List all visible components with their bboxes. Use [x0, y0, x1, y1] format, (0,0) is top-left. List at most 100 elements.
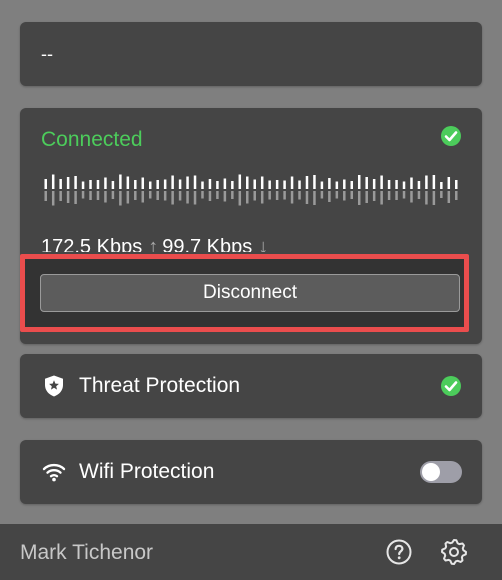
- threat-protection-label: Threat Protection: [79, 374, 241, 397]
- visualizer-bar: [260, 176, 264, 189]
- visualizer-bar: [455, 180, 458, 189]
- visualizer-bar: [148, 181, 152, 189]
- wifi-icon: [42, 463, 66, 482]
- visualizer-bar-reflection: [380, 191, 383, 205]
- visualizer-bar: [335, 181, 339, 189]
- visualizer-bar-reflection: [372, 191, 376, 201]
- visualizer-bar: [66, 177, 70, 189]
- visualizer-bar: [178, 179, 182, 189]
- visualizer-bar-reflection: [126, 191, 130, 204]
- visualizer-bar: [387, 180, 391, 189]
- visualizer-bar-reflection: [111, 191, 115, 199]
- visualizer-bar: [141, 177, 145, 189]
- visualizer-bar-reflection: [290, 191, 294, 204]
- visualizer-bar: [163, 179, 167, 189]
- wifi-protection-row: Wifi Protection: [20, 440, 482, 504]
- disconnect-button[interactable]: Disconnect: [40, 274, 460, 312]
- disconnect-highlight: Disconnect: [20, 254, 469, 332]
- visualizer-bar-reflection: [186, 191, 189, 204]
- visualizer-bar-reflection: [253, 191, 256, 201]
- traffic-visualizer: [44, 174, 458, 206]
- visualizer-bar: [365, 177, 368, 189]
- visualizer-bar: [425, 175, 428, 189]
- visualizer-bar-reflection: [395, 191, 398, 200]
- visualizer-bar-reflection: [148, 191, 152, 199]
- visualizer-bar-reflection: [305, 191, 309, 204]
- visualizer-bar: [328, 178, 331, 189]
- visualizer-bar-reflection: [216, 191, 219, 199]
- visualizer-bar-reflection: [171, 191, 174, 205]
- visualizer-bar: [268, 180, 271, 189]
- speed-readout: 172.5 Kbps ↑ 99.7 Kbps ↓: [41, 234, 272, 252]
- visualizer-bar-reflection: [343, 191, 346, 201]
- visualizer-bar: [186, 176, 189, 189]
- upload-arrow-icon: ↑: [148, 236, 159, 252]
- visualizer-bar-reflection: [425, 191, 428, 205]
- wifi-protection-label: Wifi Protection: [79, 460, 215, 483]
- visualizer-bar-reflection: [163, 191, 167, 201]
- visualizer-bar: [275, 180, 279, 189]
- connection-status: Connected: [41, 128, 143, 151]
- visualizer-bar: [81, 181, 85, 189]
- visualizer-bar-reflection: [89, 191, 92, 200]
- visualizer-bar: [357, 175, 361, 189]
- visualizer-bar-reflection: [81, 191, 85, 199]
- visualizer-bar: [59, 179, 62, 189]
- visualizer-bar: [111, 181, 115, 189]
- visualizer-bar-reflection: [313, 191, 316, 205]
- toggle-knob: [422, 463, 440, 481]
- visualizer-bar: [238, 174, 242, 189]
- visualizer-bar: [417, 181, 421, 189]
- visualizer-bar-reflection: [223, 191, 227, 202]
- visualizer-bar-reflection: [246, 191, 249, 204]
- visualizer-bar: [171, 175, 174, 189]
- visualizer-bar: [104, 177, 107, 189]
- help-icon[interactable]: [386, 539, 412, 565]
- threat-enabled-check-icon: [441, 376, 461, 396]
- visualizer-bar-reflection: [178, 191, 182, 201]
- gear-icon[interactable]: [440, 538, 468, 566]
- visualizer-bar-reflection: [74, 191, 77, 204]
- shield-star-icon: [45, 375, 63, 397]
- visualizer-bar: [253, 179, 256, 189]
- visualizer-bar: [395, 180, 398, 189]
- user-name: Mark Tichenor: [20, 541, 154, 564]
- visualizer-bar: [208, 179, 212, 189]
- visualizer-bar-reflection: [447, 191, 451, 203]
- visualizer-bar-reflection: [417, 191, 421, 199]
- visualizer-bar-reflection: [119, 191, 122, 206]
- visualizer-bar: [126, 176, 130, 189]
- visualizer-bar-reflection: [328, 191, 331, 202]
- footer-bar: Mark Tichenor: [0, 524, 502, 580]
- visualizer-bar: [201, 181, 204, 189]
- visualizer-bar-reflection: [455, 191, 458, 200]
- visualizer-bar-reflection: [402, 191, 406, 199]
- visualizer-bar-reflection: [410, 191, 413, 203]
- visualizer-bar-reflection: [260, 191, 264, 204]
- connected-check-icon: [441, 126, 461, 146]
- visualizer-bar-reflection: [440, 191, 443, 198]
- visualizer-bar: [156, 180, 159, 189]
- visualizer-bar-reflection: [275, 191, 279, 200]
- visualizer-bar: [283, 180, 286, 189]
- visualizer-bar: [410, 177, 413, 189]
- visualizer-bar: [305, 176, 309, 189]
- visualizer-bar-reflection: [432, 191, 436, 205]
- status-value: --: [41, 44, 53, 64]
- download-arrow-icon: ↓: [258, 236, 269, 252]
- visualizer-bar-reflection: [156, 191, 159, 200]
- visualizer-bar-reflection: [59, 191, 62, 201]
- visualizer-bar-reflection: [44, 191, 47, 201]
- visualizer-bar-reflection: [387, 191, 391, 200]
- visualizer-bar-reflection: [357, 191, 361, 205]
- visualizer-bar: [440, 182, 443, 189]
- visualizer-bar: [343, 179, 346, 189]
- download-speed: 172.5 Kbps: [41, 236, 143, 252]
- visualizer-bar: [380, 175, 383, 189]
- visualizer-bar: [298, 180, 301, 189]
- visualizer-bar: [231, 181, 234, 189]
- visualizer-bar-reflection: [320, 191, 324, 199]
- threat-protection-row[interactable]: Threat Protection: [20, 354, 482, 418]
- visualizer-bar-reflection: [141, 191, 145, 203]
- wifi-protection-toggle[interactable]: [420, 461, 462, 483]
